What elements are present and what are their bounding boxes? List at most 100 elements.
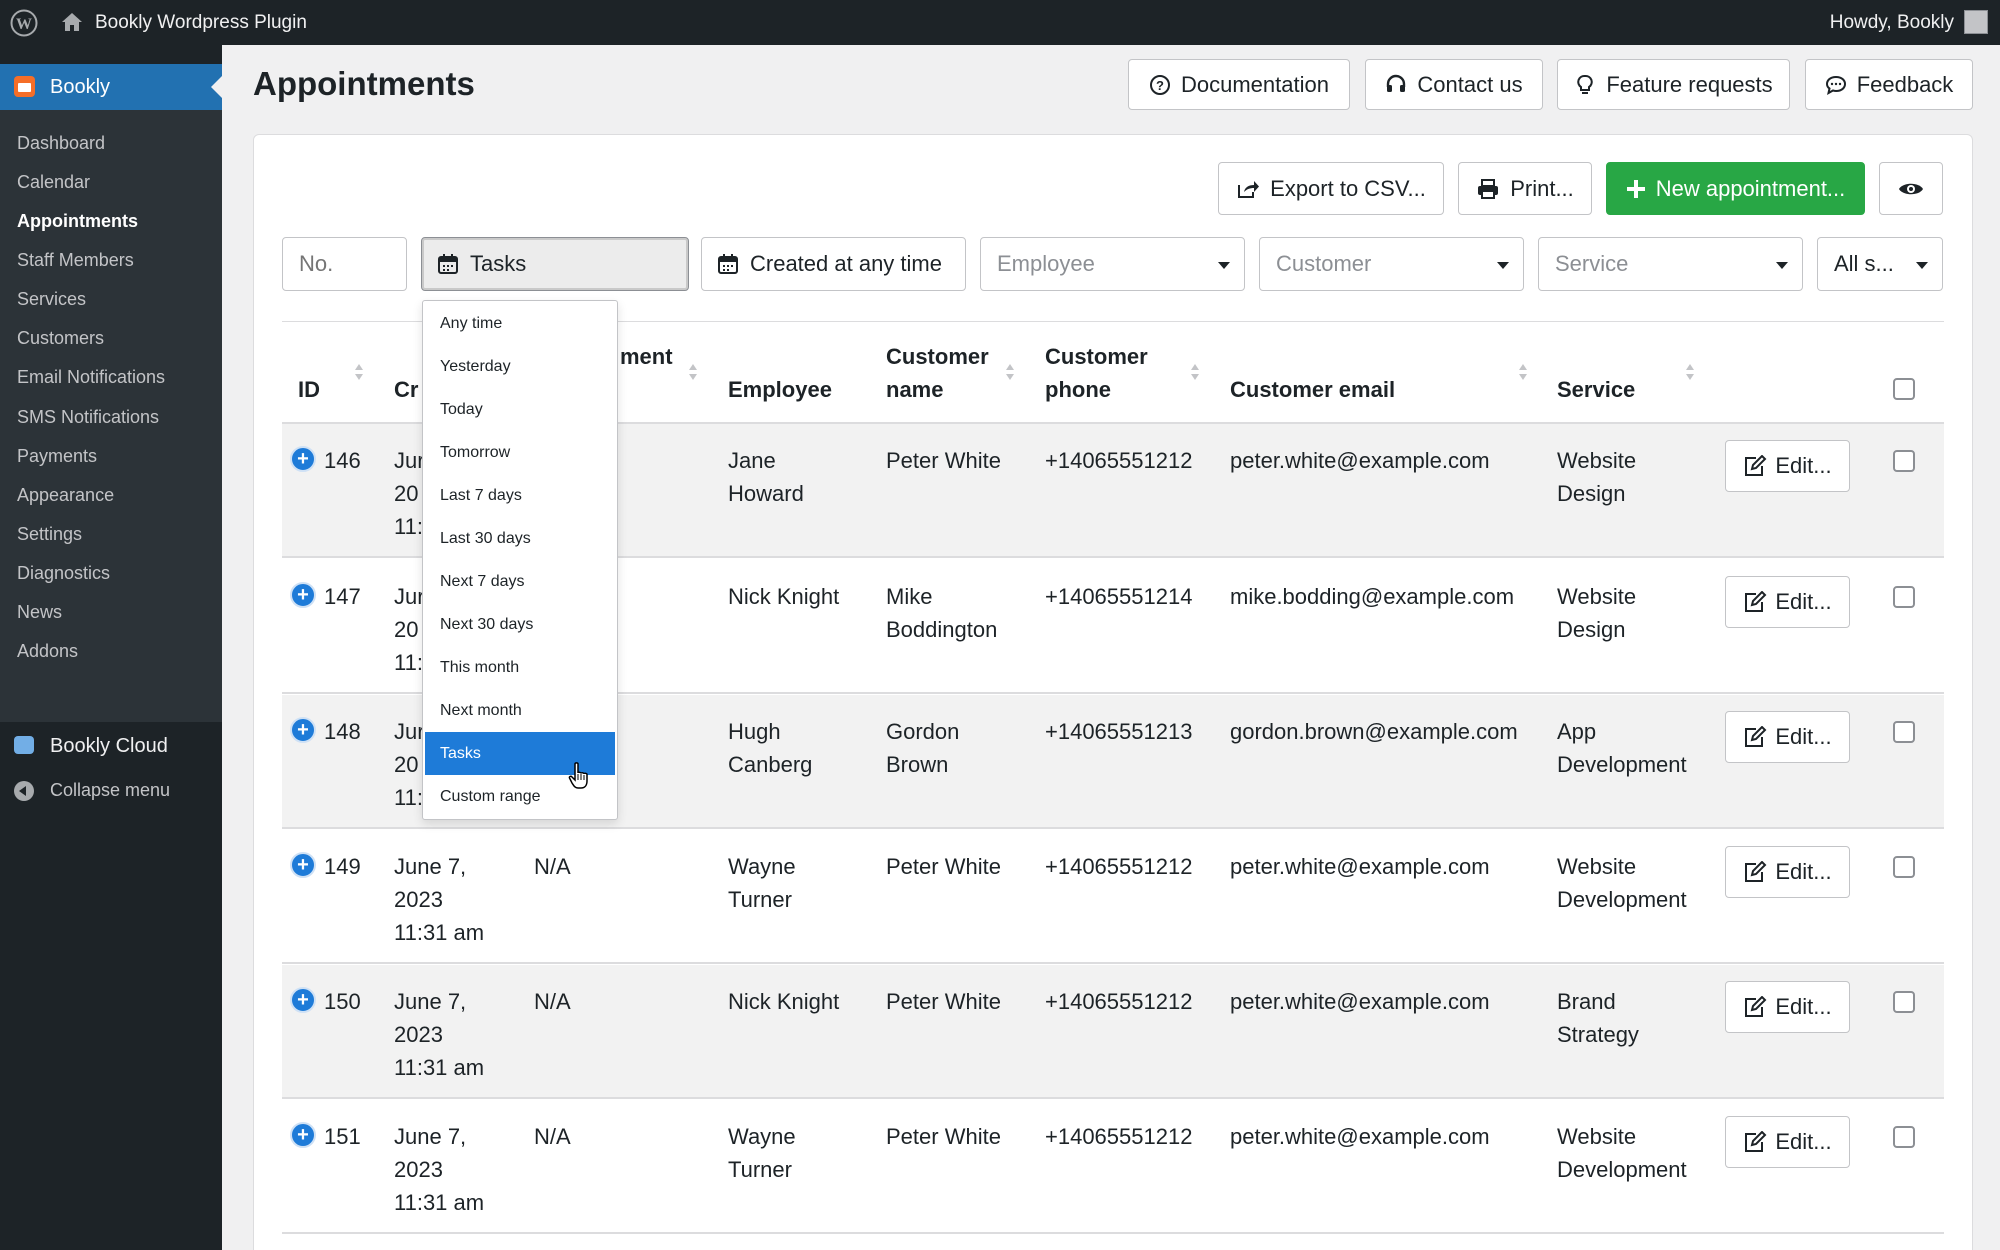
date-option-next-7-days[interactable]: Next 7 days xyxy=(425,560,615,603)
expand-row-icon[interactable]: + xyxy=(290,987,316,1013)
employee-select[interactable]: Employee xyxy=(980,237,1245,291)
cell-created: June 7, 2023 11:31 am xyxy=(394,989,485,1080)
date-option-this-month[interactable]: This month xyxy=(425,646,615,689)
cell-service: App Development xyxy=(1557,719,1687,777)
sidebar-item-label: Bookly xyxy=(50,76,111,98)
date-range-filter[interactable]: Tasks xyxy=(421,237,689,291)
row-checkbox[interactable] xyxy=(1893,721,1915,743)
date-option-last-30-days[interactable]: Last 30 days xyxy=(425,517,615,560)
date-option-next-30-days[interactable]: Next 30 days xyxy=(425,603,615,646)
date-option-any-time[interactable]: Any time xyxy=(425,302,615,345)
cell-customer-email: peter.white@example.com xyxy=(1230,448,1490,473)
sidebar-item-bookly-cloud[interactable]: Bookly Cloud xyxy=(0,726,222,766)
column-header-appointment[interactable]: ment xyxy=(620,340,673,373)
print-button[interactable]: Print... xyxy=(1458,162,1592,215)
cell-employee: Nick Knight xyxy=(728,989,840,1014)
edit-appointment-button[interactable]: Edit... xyxy=(1725,981,1850,1033)
cell-id: 151 xyxy=(324,1124,361,1149)
edit-appointment-button[interactable]: Edit... xyxy=(1725,846,1850,898)
row-checkbox[interactable] xyxy=(1893,1126,1915,1148)
sort-icon[interactable] xyxy=(1191,364,1199,382)
expand-row-icon[interactable]: + xyxy=(290,717,316,743)
sort-icon[interactable] xyxy=(1006,364,1014,382)
collapse-menu-button[interactable]: Collapse menu xyxy=(0,771,222,811)
sidebar-item-staff-members[interactable]: Staff Members xyxy=(17,250,134,271)
edit-appointment-button[interactable]: Edit... xyxy=(1725,576,1850,628)
site-name-link[interactable]: Bookly Wordpress Plugin xyxy=(95,12,307,34)
edit-appointment-button[interactable]: Edit... xyxy=(1725,711,1850,763)
column-header-created[interactable]: Cr xyxy=(394,373,418,406)
sidebar-item-payments[interactable]: Payments xyxy=(17,446,97,467)
sort-icon[interactable] xyxy=(689,364,697,382)
sidebar-item-settings[interactable]: Settings xyxy=(17,524,82,545)
documentation-button[interactable]: ? Documentation xyxy=(1128,59,1350,110)
sidebar-item-appearance[interactable]: Appearance xyxy=(17,485,114,506)
home-icon[interactable] xyxy=(60,11,84,33)
edit-appointment-button[interactable]: Edit... xyxy=(1725,440,1850,492)
sidebar-item-sms-notifications[interactable]: SMS Notifications xyxy=(17,407,159,428)
customer-select[interactable]: Customer xyxy=(1259,237,1524,291)
column-header-customer-name[interactable]: Customer name xyxy=(886,340,989,406)
wordpress-logo-icon[interactable]: W xyxy=(10,9,38,37)
sort-icon[interactable] xyxy=(355,364,363,382)
expand-row-icon[interactable]: + xyxy=(290,446,316,472)
expand-row-icon[interactable]: + xyxy=(290,582,316,608)
new-appointment-button[interactable]: New appointment... xyxy=(1606,162,1865,215)
sidebar-item-services[interactable]: Services xyxy=(17,289,86,310)
date-option-today[interactable]: Today xyxy=(425,388,615,431)
sidebar-item-email-notifications[interactable]: Email Notifications xyxy=(17,367,165,388)
column-header-employee[interactable]: Employee xyxy=(728,373,832,406)
row-checkbox[interactable] xyxy=(1893,450,1915,472)
row-checkbox[interactable] xyxy=(1893,856,1915,878)
howdy-user-link[interactable]: Howdy, Bookly xyxy=(1830,12,1954,34)
feedback-label: Feedback xyxy=(1856,71,1954,97)
sidebar-item-news[interactable]: News xyxy=(17,602,62,623)
sidebar-item-bookly[interactable]: Bookly xyxy=(0,64,222,110)
export-csv-button[interactable]: Export to CSV... xyxy=(1218,162,1444,215)
row-checkbox[interactable] xyxy=(1893,991,1915,1013)
sidebar-item-addons[interactable]: Addons xyxy=(17,641,78,662)
expand-row-icon[interactable]: + xyxy=(290,852,316,878)
sidebar-item-appointments[interactable]: Appointments xyxy=(17,211,138,232)
column-header-service[interactable]: Service xyxy=(1557,373,1635,406)
lightbulb-icon xyxy=(1577,74,1594,94)
sidebar-item-diagnostics[interactable]: Diagnostics xyxy=(17,563,110,584)
column-header-customer-email[interactable]: Customer email xyxy=(1230,373,1395,406)
sidebar-item-calendar[interactable]: Calendar xyxy=(17,172,90,193)
sort-icon[interactable] xyxy=(1519,364,1527,382)
date-option-yesterday[interactable]: Yesterday xyxy=(425,345,615,388)
date-option-tomorrow[interactable]: Tomorrow xyxy=(425,431,615,474)
created-date-filter[interactable]: Created at any time xyxy=(701,237,966,291)
edit-appointment-button[interactable]: Edit... xyxy=(1725,1116,1850,1168)
row-checkbox[interactable] xyxy=(1893,586,1915,608)
service-select[interactable]: Service xyxy=(1538,237,1803,291)
appointment-number-input[interactable] xyxy=(282,237,407,291)
column-visibility-button[interactable] xyxy=(1879,162,1943,215)
feedback-button[interactable]: Feedback xyxy=(1805,59,1973,110)
sidebar-item-dashboard[interactable]: Dashboard xyxy=(17,133,105,154)
date-range-value: Tasks xyxy=(470,251,527,276)
chevron-down-icon xyxy=(1218,262,1230,269)
expand-row-icon[interactable]: + xyxy=(290,1122,316,1148)
select-all-checkbox[interactable] xyxy=(1893,378,1915,400)
date-option-next-month[interactable]: Next month xyxy=(425,689,615,732)
date-option-last-7-days[interactable]: Last 7 days xyxy=(425,474,615,517)
column-header-id[interactable]: ID xyxy=(298,373,320,406)
status-select[interactable]: All s... xyxy=(1817,237,1943,291)
cell-customer-name: Mike Boddington xyxy=(886,584,998,642)
cell-service: Brand Strategy xyxy=(1557,989,1639,1047)
column-header-customer-phone[interactable]: Customer phone xyxy=(1045,340,1148,406)
header-line: name xyxy=(886,377,944,402)
share-export-icon xyxy=(1238,180,1260,198)
sidebar-item-customers[interactable]: Customers xyxy=(17,328,104,349)
cell-created: Jur 20 11: xyxy=(394,448,425,539)
sort-icon[interactable] xyxy=(1686,364,1694,382)
calendar-icon xyxy=(438,254,458,274)
cell-customer-email: peter.white@example.com xyxy=(1230,1124,1490,1149)
cell-customer-name: Peter White xyxy=(886,448,1001,473)
feature-requests-button[interactable]: Feature requests xyxy=(1557,59,1790,110)
cell-employee: Wayne Turner xyxy=(728,1124,796,1182)
calendar-icon xyxy=(718,254,738,274)
contact-us-button[interactable]: Contact us xyxy=(1365,59,1543,110)
avatar[interactable] xyxy=(1964,10,1988,34)
